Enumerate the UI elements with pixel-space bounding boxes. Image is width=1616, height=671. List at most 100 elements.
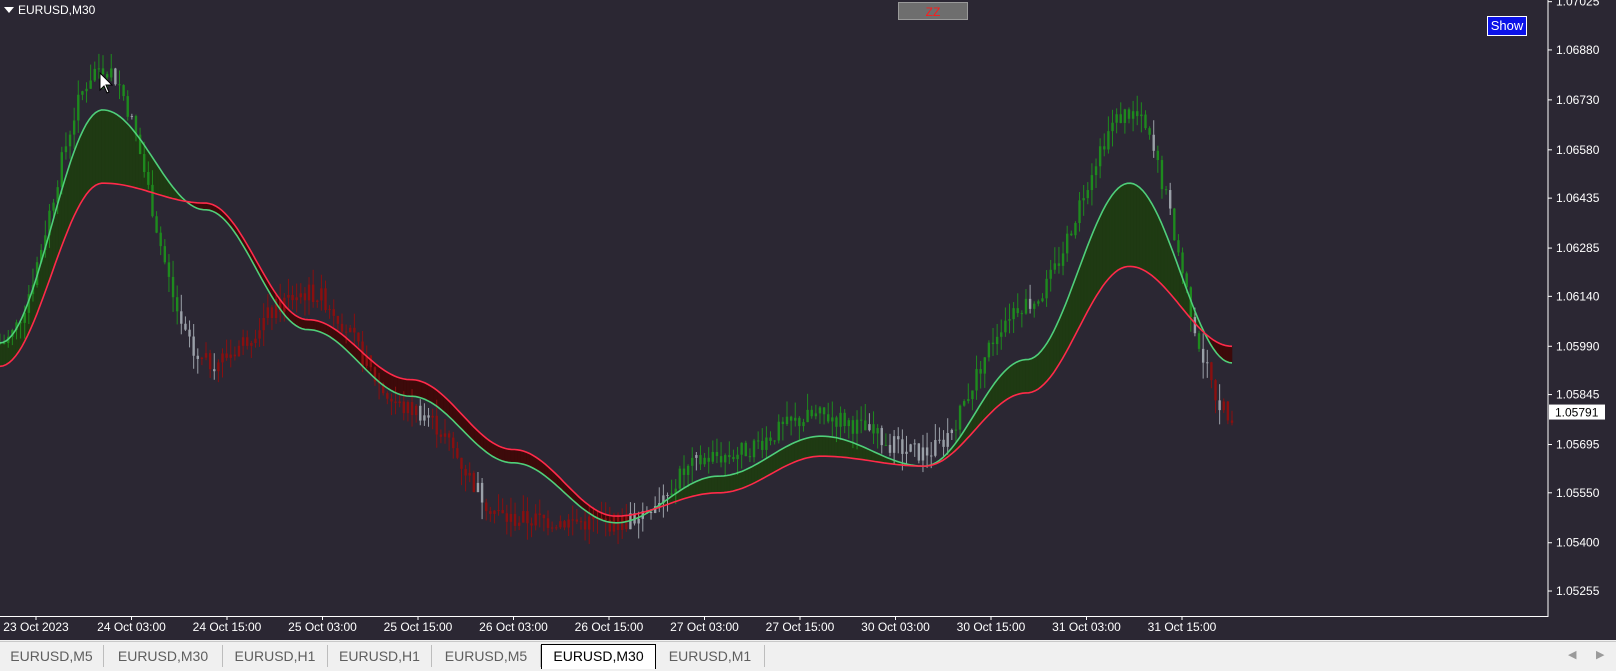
- cloud-segment: [699, 479, 702, 495]
- cloud-segment: [1041, 347, 1044, 387]
- y-tick-label: 1.05990: [1556, 339, 1600, 353]
- cloud-segment: [711, 476, 714, 493]
- candle-body: [159, 233, 161, 246]
- cloud-segment: [80, 130, 83, 204]
- cloud-segment: [422, 382, 425, 400]
- cloud-segment: [1100, 211, 1103, 291]
- cloud-segment: [859, 445, 862, 459]
- cloud-segment: [117, 115, 120, 185]
- symbol-title[interactable]: EURUSD,M30: [4, 3, 95, 17]
- candle-body: [716, 452, 718, 456]
- tab-eurusd-m5[interactable]: EURUSD,M5: [0, 645, 104, 667]
- cloud-segment: [120, 117, 123, 185]
- candle-body: [345, 332, 347, 333]
- cloud-segment: [1078, 263, 1081, 330]
- candle-body: [909, 444, 911, 451]
- cloud-segment: [847, 441, 850, 458]
- cloud-fill-layer: [0, 110, 1232, 523]
- candle-body: [984, 357, 986, 373]
- candle-body: [1198, 333, 1200, 349]
- candle-body: [1050, 270, 1052, 279]
- candle-body: [1008, 319, 1010, 321]
- candle-body: [860, 420, 862, 421]
- candle-body: [1095, 166, 1097, 175]
- cloud-segment: [696, 480, 699, 495]
- candle-body: [69, 135, 71, 147]
- cloud-segment: [1019, 360, 1022, 394]
- candle-body: [872, 424, 874, 433]
- cloud-segment: [841, 439, 844, 458]
- cloud-segment: [844, 440, 847, 458]
- candle-body: [856, 420, 858, 434]
- tab-eurusd-m30[interactable]: EURUSD,M30: [104, 645, 223, 667]
- candle-body: [815, 413, 817, 416]
- y-tick-label: 1.07025: [1556, 0, 1600, 9]
- candle-body: [811, 410, 813, 416]
- cloud-segment: [727, 475, 730, 492]
- chevron-right-icon[interactable]: ▶: [1596, 648, 1604, 661]
- x-tick-label: 30 Oct 15:00: [957, 620, 1026, 634]
- candle-body: [584, 521, 586, 529]
- cloud-segment: [129, 126, 132, 187]
- cloud-segment: [1161, 223, 1164, 288]
- candle-body: [1206, 362, 1208, 363]
- candle-body: [436, 416, 438, 435]
- candle-body: [147, 172, 149, 185]
- candle-body: [687, 466, 689, 475]
- cloud-segment: [105, 110, 108, 183]
- dropdown-triangle-icon[interactable]: [4, 7, 14, 13]
- current-price-marker: 1.05791: [1549, 405, 1605, 420]
- candle-body: [802, 422, 804, 426]
- chevron-left-icon[interactable]: ◀: [1568, 648, 1576, 661]
- candle-body: [934, 440, 936, 456]
- candle-body: [728, 455, 730, 457]
- cloud-segment: [508, 449, 511, 463]
- candle-body: [1210, 362, 1212, 380]
- candle-body: [501, 510, 503, 513]
- show-button[interactable]: Show: [1487, 16, 1527, 36]
- candle-body: [423, 415, 425, 420]
- cloud-segment: [1044, 343, 1047, 384]
- x-tick-label: 27 Oct 15:00: [766, 620, 835, 634]
- candle-body: [732, 457, 734, 459]
- chart-canvas[interactable]: 1.070251.068801.067301.065801.064351.062…: [0, 0, 1616, 640]
- cloud-segment: [1152, 204, 1155, 278]
- cloud-segment: [816, 436, 819, 456]
- candle-body: [749, 456, 751, 457]
- candle-body: [1082, 198, 1084, 200]
- cloud-segment: [1137, 185, 1140, 268]
- candle-body: [988, 343, 990, 358]
- x-tick-label: 24 Oct 03:00: [97, 620, 166, 634]
- cloud-segment: [795, 441, 798, 462]
- candle-body: [1231, 420, 1233, 422]
- candle-body: [118, 84, 120, 85]
- time-axis: 23 Oct 202324 Oct 03:0024 Oct 15:0025 Oc…: [3, 616, 1216, 634]
- candle-body: [110, 68, 112, 77]
- candle-body: [901, 439, 903, 454]
- candle-body: [1169, 190, 1171, 209]
- candle-body: [963, 401, 965, 406]
- candle-body: [835, 417, 837, 426]
- tab-eurusd-m5-2[interactable]: EURUSD,M5: [432, 645, 541, 667]
- cloud-segment: [785, 445, 788, 466]
- candle-body: [493, 511, 495, 514]
- tab-eurusd-h1-2[interactable]: EURUSD,H1: [328, 645, 432, 667]
- y-tick-label: 1.06285: [1556, 241, 1600, 255]
- tab-eurusd-h1[interactable]: EURUSD,H1: [223, 645, 328, 667]
- candle-body: [234, 355, 236, 357]
- candle-body: [876, 428, 878, 433]
- x-tick-label: 24 Oct 15:00: [193, 620, 262, 634]
- tab-eurusd-m1[interactable]: EURUSD,M1: [656, 645, 765, 667]
- candle-body: [1045, 279, 1047, 299]
- candle-body: [769, 438, 771, 441]
- candle-body: [52, 203, 54, 211]
- tab-eurusd-m30-active[interactable]: EURUSD,M30: [541, 644, 656, 669]
- cloud-segment: [0, 342, 3, 366]
- zz-button[interactable]: ZZ: [898, 2, 968, 20]
- candle-body: [287, 295, 289, 298]
- chart-window[interactable]: 1.070251.068801.067301.065801.064351.062…: [0, 0, 1616, 640]
- cloud-segment: [114, 113, 117, 184]
- candle-body: [176, 297, 178, 311]
- cloud-segment: [752, 465, 755, 484]
- candle-body: [839, 413, 841, 427]
